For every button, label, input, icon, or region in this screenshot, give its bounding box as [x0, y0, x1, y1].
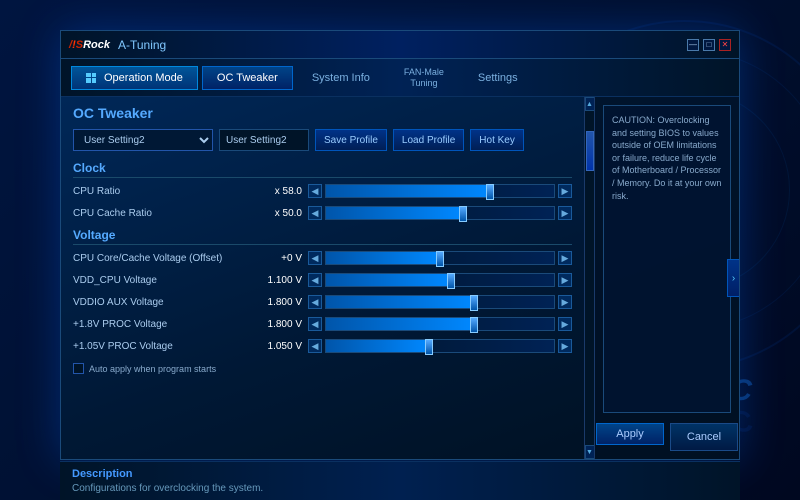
warning-text: CAUTION: Overclocking and setting BIOS t…: [603, 105, 731, 413]
cpu-cache-ratio-increment[interactable]: ▶: [558, 206, 572, 220]
load-profile-button[interactable]: Load Profile: [393, 129, 464, 151]
grid-icon: [86, 73, 96, 83]
cpu-cache-ratio-track[interactable]: [325, 206, 555, 220]
profile-dropdown[interactable]: User Setting2 User Setting1 Default: [73, 129, 213, 151]
proc-1v05-voltage-increment[interactable]: ▶: [558, 339, 572, 353]
vddio-aux-voltage-decrement[interactable]: ◀: [308, 295, 322, 309]
voltage-section-title: Voltage: [73, 228, 572, 245]
proc-1v05-voltage-value: 1.050 V: [253, 341, 308, 352]
cpu-cache-ratio-label: CPU Cache Ratio: [73, 208, 253, 219]
description-text: Configurations for overclocking the syst…: [72, 483, 728, 494]
cpu-ratio-row: CPU Ratio x 58.0 ◀ ▶: [73, 182, 572, 200]
proc-1v8-voltage-value: 1.800 V: [253, 319, 308, 330]
cpu-core-voltage-track[interactable]: [325, 251, 555, 265]
vdd-cpu-voltage-label: VDD_CPU Voltage: [73, 275, 253, 286]
hot-key-button[interactable]: Hot Key: [470, 129, 524, 151]
vdd-cpu-voltage-track[interactable]: [325, 273, 555, 287]
cpu-ratio-increment[interactable]: ▶: [558, 184, 572, 198]
clock-section-title: Clock: [73, 161, 572, 178]
main-panel: OC Tweaker User Setting2 User Setting1 D…: [61, 97, 584, 459]
proc-1v05-voltage-track[interactable]: [325, 339, 555, 353]
title-bar: /!SRock A-Tuning — □ ✕: [61, 31, 739, 59]
proc-1v8-voltage-increment[interactable]: ▶: [558, 317, 572, 331]
cpu-ratio-decrement[interactable]: ◀: [308, 184, 322, 198]
info-panel: CAUTION: Overclocking and setting BIOS t…: [594, 97, 739, 459]
proc-1v05-voltage-row: +1.05V PROC Voltage 1.050 V ◀ ▶: [73, 337, 572, 355]
profile-row: User Setting2 User Setting1 Default Save…: [73, 129, 572, 151]
vddio-aux-voltage-row: VDDIO AUX Voltage 1.800 V ◀ ▶: [73, 293, 572, 311]
vddio-aux-voltage-increment[interactable]: ▶: [558, 295, 572, 309]
cpu-ratio-label: CPU Ratio: [73, 186, 253, 197]
tab-settings-label: Settings: [478, 72, 518, 84]
vdd-cpu-voltage-increment[interactable]: ▶: [558, 273, 572, 287]
cancel-button[interactable]: Cancel: [670, 423, 738, 451]
proc-1v8-voltage-row: +1.8V PROC Voltage 1.800 V ◀ ▶: [73, 315, 572, 333]
tab-oc-tweaker-label: OC Tweaker: [217, 72, 278, 84]
tab-oc-tweaker[interactable]: OC Tweaker: [202, 66, 293, 90]
profile-name-input[interactable]: [219, 129, 309, 151]
cpu-core-voltage-label: CPU Core/Cache Voltage (Offset): [73, 253, 253, 264]
proc-1v8-voltage-decrement[interactable]: ◀: [308, 317, 322, 331]
tab-system-info-label: System Info: [312, 72, 370, 84]
vddio-aux-voltage-label: VDDIO AUX Voltage: [73, 297, 253, 308]
description-bar: Description Configurations for overclock…: [60, 461, 740, 500]
cpu-ratio-value: x 58.0: [253, 186, 308, 197]
vdd-cpu-voltage-row: VDD_CPU Voltage 1.100 V ◀ ▶: [73, 271, 572, 289]
main-window: /!SRock A-Tuning — □ ✕ Operation Mode OC…: [60, 30, 740, 460]
vddio-aux-voltage-value: 1.800 V: [253, 297, 308, 308]
cpu-core-voltage-decrement[interactable]: ◀: [308, 251, 322, 265]
tab-operation-mode[interactable]: Operation Mode: [71, 66, 198, 90]
proc-1v05-voltage-label: +1.05V PROC Voltage: [73, 341, 253, 352]
scroll-track: [586, 111, 594, 445]
scrollbar[interactable]: ▲ ▼: [584, 97, 594, 459]
cpu-cache-ratio-row: CPU Cache Ratio x 50.0 ◀ ▶: [73, 204, 572, 222]
cpu-ratio-track[interactable]: [325, 184, 555, 198]
scroll-down-button[interactable]: ▼: [585, 445, 595, 459]
save-profile-button[interactable]: Save Profile: [315, 129, 387, 151]
action-buttons: Apply Cancel: [596, 423, 738, 451]
app-name: A-Tuning: [118, 38, 166, 52]
tab-settings[interactable]: Settings: [463, 66, 533, 90]
proc-1v8-voltage-track[interactable]: [325, 317, 555, 331]
tab-operation-mode-label: Operation Mode: [104, 72, 183, 84]
cpu-cache-ratio-value: x 50.0: [253, 208, 308, 219]
cpu-core-voltage-increment[interactable]: ▶: [558, 251, 572, 265]
scroll-up-button[interactable]: ▲: [585, 97, 595, 111]
expand-chevron[interactable]: ›: [727, 259, 740, 297]
vddio-aux-voltage-track[interactable]: [325, 295, 555, 309]
minimize-button[interactable]: —: [687, 39, 699, 51]
proc-1v05-voltage-decrement[interactable]: ◀: [308, 339, 322, 353]
auto-apply-label: Auto apply when program starts: [89, 364, 216, 374]
auto-apply-row: Auto apply when program starts: [73, 363, 572, 374]
maximize-button[interactable]: □: [703, 39, 715, 51]
page-title: OC Tweaker: [73, 105, 572, 121]
vdd-cpu-voltage-decrement[interactable]: ◀: [308, 273, 322, 287]
cpu-cache-ratio-decrement[interactable]: ◀: [308, 206, 322, 220]
cpu-core-voltage-value: +0 V: [253, 253, 308, 264]
tab-fan-tuning[interactable]: FAN-MaleTuning: [389, 61, 459, 95]
nav-bar: Operation Mode OC Tweaker System Info FA…: [61, 59, 739, 97]
vdd-cpu-voltage-value: 1.100 V: [253, 275, 308, 286]
cpu-core-voltage-row: CPU Core/Cache Voltage (Offset) +0 V ◀ ▶: [73, 249, 572, 267]
proc-1v8-voltage-label: +1.8V PROC Voltage: [73, 319, 253, 330]
description-title: Description: [72, 468, 728, 480]
tab-fan-tuning-label: FAN-MaleTuning: [404, 67, 444, 89]
apply-button[interactable]: Apply: [596, 423, 664, 445]
auto-apply-checkbox[interactable]: [73, 363, 84, 374]
close-button[interactable]: ✕: [719, 39, 731, 51]
brand-logo: /!SRock: [69, 39, 110, 51]
scroll-thumb[interactable]: [586, 131, 594, 171]
tab-system-info[interactable]: System Info: [297, 66, 385, 90]
